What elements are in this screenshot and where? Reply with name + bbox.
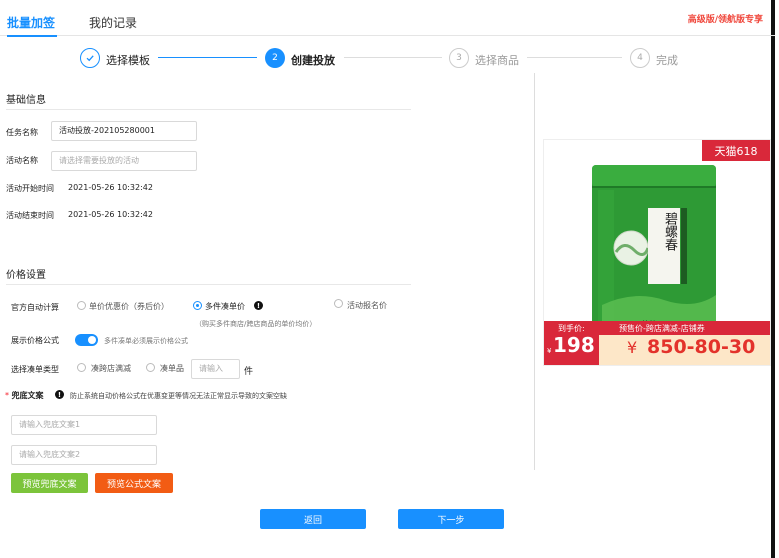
formula-hint: 多件凑单必须展示价格公式 — [104, 337, 188, 345]
quantity-input[interactable]: 请输入 — [191, 359, 240, 379]
fallback-text-1-input[interactable]: 请输入兜底文案1 — [11, 415, 157, 435]
end-time-label: 活动结束时间 — [6, 211, 54, 220]
fallback-label-row: * 兜底文案 — [5, 390, 44, 401]
radio-unit-discount[interactable] — [77, 301, 86, 310]
tab-my-records[interactable]: 我的记录 — [89, 14, 137, 31]
can-title: 碧螺春 — [662, 212, 677, 251]
step-2-circle: 2 — [265, 48, 285, 68]
start-time-value: 2021-05-26 10:32:42 — [68, 183, 153, 192]
activity-name-label: 活动名称 — [6, 156, 38, 165]
next-button[interactable]: 下一步 — [398, 509, 504, 529]
step-1-label: 选择模板 — [106, 54, 150, 67]
fallback-text-2-input[interactable]: 请输入兜底文案2 — [11, 445, 157, 465]
tab-bar: 批量加签 我的记录 高级版/领航版专享 — [0, 0, 775, 37]
info-icon: ! — [254, 301, 263, 310]
end-time-value: 2021-05-26 10:32:42 — [68, 210, 153, 219]
hand-price-value: 198 — [553, 333, 595, 357]
quantity-unit: 件 — [244, 367, 254, 377]
step-1-check-icon — [80, 48, 100, 68]
radio-multi-item[interactable] — [193, 301, 202, 310]
fallback-hint: 防止系统自动价格公式在优惠变更等情况无法正常显示导致的文案空缺 — [70, 392, 287, 400]
promo-text: 预售价-跨店满减-店铺券 — [619, 324, 705, 333]
step-3-circle: 3 — [449, 48, 469, 68]
formula-toggle[interactable] — [75, 334, 98, 346]
price-settings-title: 价格设置 — [6, 270, 46, 281]
step-connector-1 — [158, 57, 257, 58]
multi-item-hint: （购买多件商店/跨店商品的单价均价） — [195, 320, 317, 328]
panel-divider — [534, 73, 535, 470]
back-button[interactable]: 返回 — [260, 509, 366, 529]
product-preview: 碧螺春 茶韵 天猫618 到手价: ¥ 198 预售价-跨店满减-店铺券 ¥ 8… — [543, 139, 771, 366]
radio-cross-store-label: 凑跨店满减 — [91, 364, 131, 373]
radio-single-item-label: 凑单品 — [160, 364, 184, 373]
required-mark: * — [5, 391, 9, 400]
preview-formula-button[interactable]: 预览公式文案 — [95, 473, 173, 493]
radio-unit-discount-label: 单价优惠价（券后价） — [89, 302, 169, 311]
auto-calc-label: 官方自动计算 — [11, 303, 59, 312]
radio-multi-item-label: 多件凑单价 — [205, 302, 245, 311]
app-frame: 批量加签 我的记录 高级版/领航版专享 选择模板 2 创建投放 3 选择商品 4… — [0, 0, 775, 558]
promo-price: 850-80-30 — [647, 336, 756, 358]
basic-info-rule — [6, 109, 411, 110]
step-2-label: 创建投放 — [291, 54, 335, 67]
version-badge: 高级版/领航版专享 — [687, 15, 763, 25]
radio-single-item[interactable] — [146, 363, 155, 372]
step-connector-2 — [344, 57, 442, 58]
fallback-label: 兜底文案 — [11, 391, 44, 400]
promo-bar: 到手价: ¥ 198 预售价-跨店满减-店铺券 ¥ 850-80-30 — [544, 321, 770, 365]
step-4-circle: 4 — [630, 48, 650, 68]
formula-label: 展示价格公式 — [11, 336, 59, 345]
fallback-info-icon: ! — [55, 390, 64, 399]
step-4-label: 完成 — [656, 54, 678, 67]
radio-cross-store[interactable] — [77, 363, 86, 372]
price-settings-rule — [6, 284, 411, 285]
task-name-input[interactable]: 活动投放-202105280001 — [51, 121, 197, 141]
activity-name-input[interactable]: 请选择需要投放的活动 — [51, 151, 197, 171]
start-time-label: 活动开始时间 — [6, 184, 54, 193]
basic-info-title: 基础信息 — [6, 95, 46, 106]
task-name-label: 任务名称 — [6, 128, 38, 137]
tab-batch-tagging[interactable]: 批量加签 — [7, 14, 58, 37]
hand-price-currency: ¥ — [547, 347, 552, 355]
combo-type-label: 选择凑单类型 — [11, 365, 59, 374]
tmall-618-badge: 天猫618 — [702, 140, 770, 161]
preview-fallback-button[interactable]: 预览兜底文案 — [11, 473, 88, 493]
step-3-label: 选择商品 — [475, 54, 519, 67]
radio-registration-price-label: 活动报名价 — [347, 301, 387, 310]
step-indicator: 选择模板 2 创建投放 3 选择商品 4 完成 — [0, 44, 775, 72]
promo-currency: ¥ — [627, 338, 638, 357]
step-connector-3 — [527, 57, 622, 58]
radio-registration-price[interactable] — [334, 299, 343, 308]
